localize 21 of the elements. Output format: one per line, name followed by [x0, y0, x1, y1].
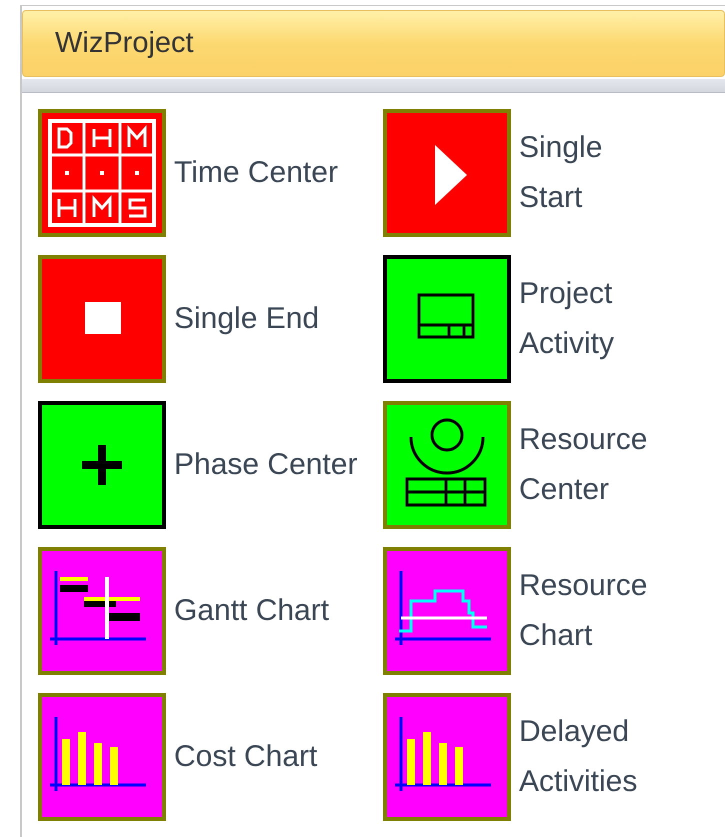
- tile-label[interactable]: Resource Chart: [519, 561, 648, 661]
- tile-label[interactable]: Project Activity: [519, 269, 614, 369]
- window-title: WizProject: [55, 26, 194, 61]
- play-icon[interactable]: [383, 109, 511, 237]
- time-grid-icon[interactable]: [38, 109, 166, 237]
- bar-chart-icon[interactable]: [38, 693, 166, 821]
- stop-icon[interactable]: [38, 255, 166, 383]
- person-desk-icon[interactable]: [383, 401, 511, 529]
- tile-label[interactable]: Single Start: [519, 123, 602, 223]
- plus-icon[interactable]: [38, 401, 166, 529]
- tile-label[interactable]: Delayed Activities: [519, 707, 638, 807]
- tile-label[interactable]: Cost Chart: [174, 732, 364, 782]
- tile-label[interactable]: Gantt Chart: [174, 586, 364, 636]
- step-chart-icon[interactable]: [383, 547, 511, 675]
- window-icon[interactable]: [383, 255, 511, 383]
- bar-chart-icon[interactable]: [383, 693, 511, 821]
- tile-label[interactable]: Resource Center: [519, 415, 648, 515]
- tile-label[interactable]: Time Center: [174, 148, 364, 198]
- tile-label[interactable]: Single End: [174, 294, 364, 344]
- tile-label[interactable]: Phase Center: [174, 440, 364, 490]
- gantt-chart-icon[interactable]: [38, 547, 166, 675]
